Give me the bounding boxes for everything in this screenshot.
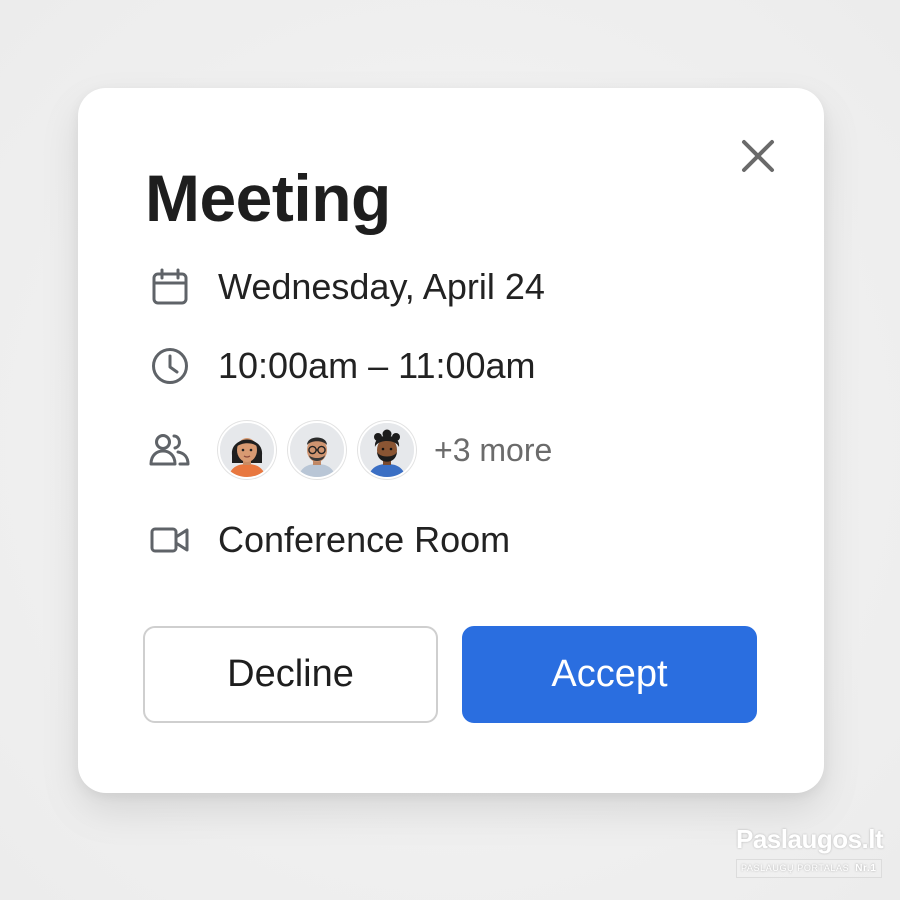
- watermark-rank: Nr.1: [855, 863, 877, 874]
- location-row: Conference Room: [148, 518, 510, 562]
- video-camera-icon: [148, 518, 192, 562]
- time-row: 10:00am – 11:00am: [148, 344, 536, 388]
- watermark-brand: Paslaugos.lt: [736, 824, 884, 854]
- accept-button[interactable]: Accept: [462, 626, 757, 723]
- avatar-man-beard[interactable]: [358, 421, 416, 479]
- location-text: Conference Room: [218, 519, 511, 560]
- avatar-woman[interactable]: [218, 421, 276, 479]
- date-row: Wednesday, April 24: [148, 265, 545, 309]
- dialog-title: Meeting: [145, 161, 391, 235]
- calendar-icon: [148, 265, 192, 309]
- meeting-dialog: Meeting Wednesday, April 24 10:00am – 11…: [78, 88, 824, 793]
- clock-icon: [148, 344, 192, 388]
- close-icon: [742, 140, 774, 172]
- watermark-tagline: PASLAUGŲ PORTALAS: [741, 863, 850, 873]
- people-icon: [148, 428, 192, 472]
- backdrop: Meeting Wednesday, April 24 10:00am – 11…: [0, 0, 900, 900]
- date-text: Wednesday, April 24: [218, 266, 545, 307]
- close-button[interactable]: [736, 134, 780, 178]
- decline-button[interactable]: Decline: [143, 626, 438, 723]
- attendee-avatars: [218, 421, 428, 479]
- attendees-row: +3 more: [148, 421, 552, 479]
- more-attendees-link[interactable]: +3 more: [434, 432, 552, 469]
- avatar-man-glasses[interactable]: [288, 421, 346, 479]
- watermark-tagline-box: PASLAUGŲ PORTALAS Nr.1: [736, 859, 882, 878]
- watermark-logo: Paslaugos.lt PASLAUGŲ PORTALAS Nr.1: [736, 824, 884, 880]
- time-text: 10:00am – 11:00am: [218, 345, 536, 386]
